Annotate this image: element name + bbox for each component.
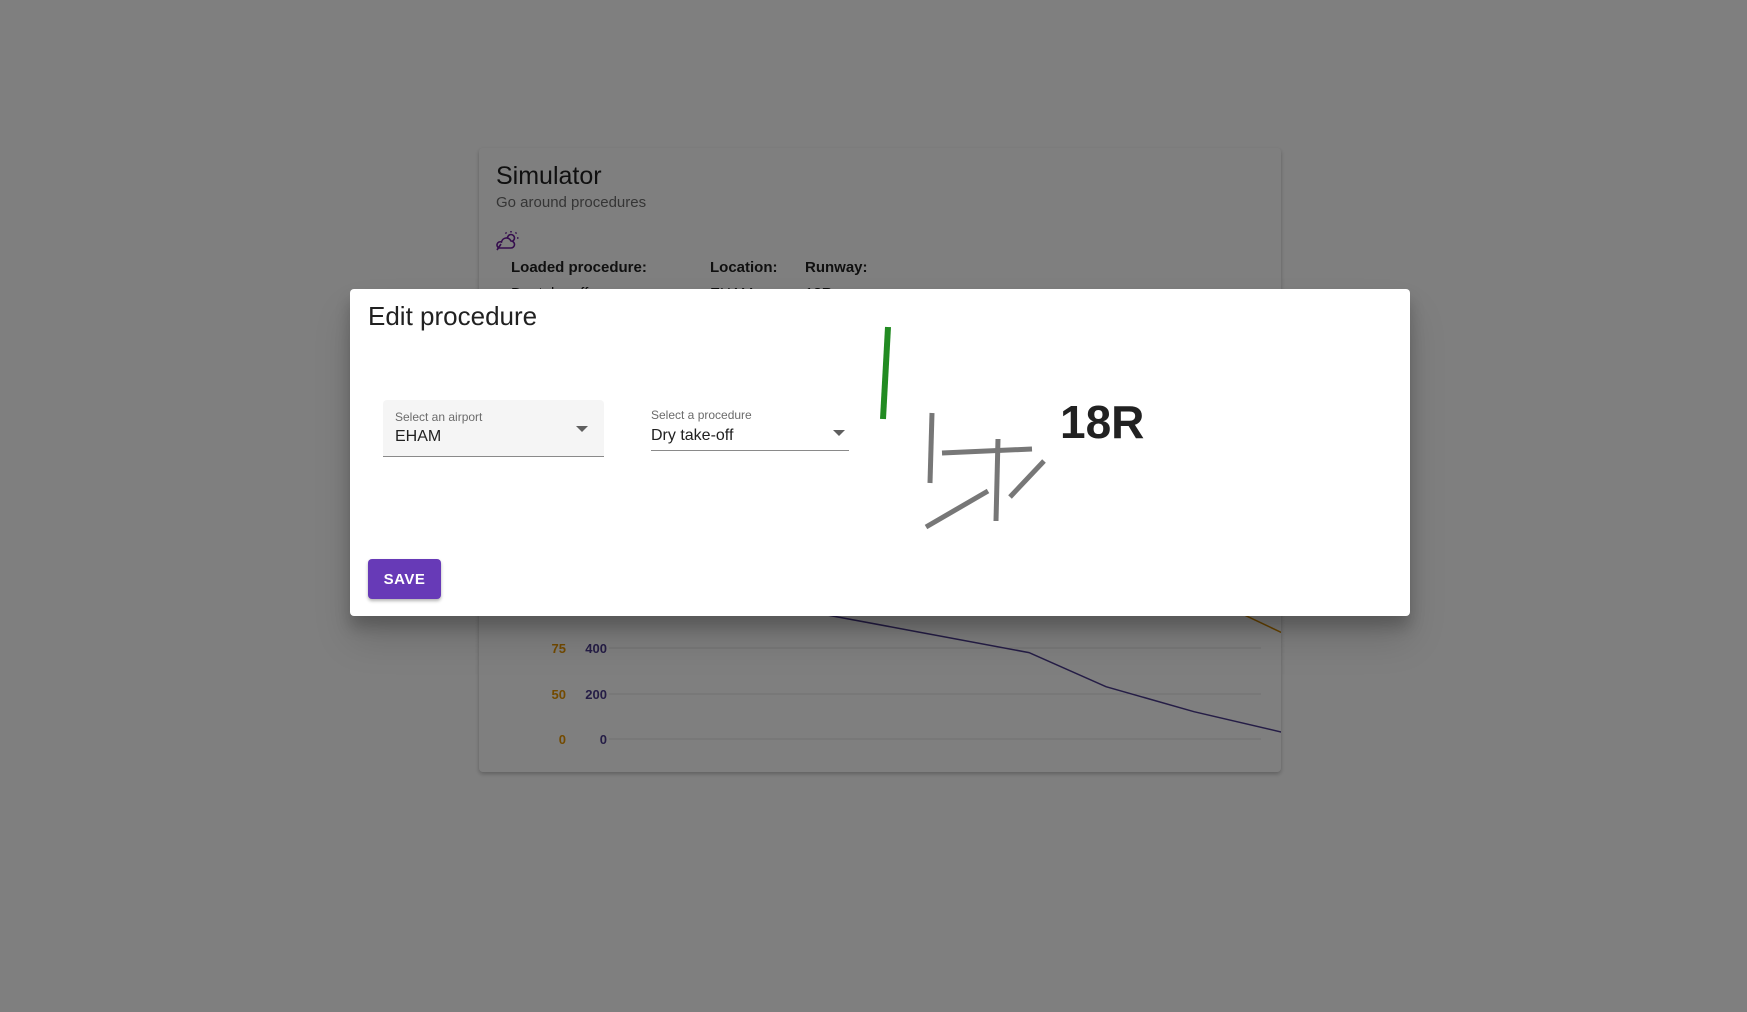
dialog-title: Edit procedure xyxy=(368,301,538,331)
runway-line xyxy=(941,446,1033,456)
procedure-select[interactable]: Select a procedure Dry take-off xyxy=(651,400,849,451)
runway-line xyxy=(993,438,1001,522)
runway-code: 18R xyxy=(1060,396,1144,448)
runway-diagram: 18R xyxy=(880,326,1144,530)
runway-line xyxy=(1008,459,1046,499)
runway-line xyxy=(924,488,990,530)
other-runways xyxy=(924,412,1046,530)
edit-procedure-dialog: Edit procedure Select an airport EHAM Se… xyxy=(350,289,1410,616)
runway-line xyxy=(927,412,935,484)
chevron-down-icon xyxy=(576,426,588,432)
airport-select-value: EHAM xyxy=(395,428,442,445)
procedure-select-value: Dry take-off xyxy=(651,427,734,444)
airport-select-label: Select an airport xyxy=(395,410,483,424)
chevron-down-icon xyxy=(833,430,845,436)
save-button[interactable]: SAVE xyxy=(368,559,441,599)
airport-select[interactable]: Select an airport EHAM xyxy=(383,400,604,457)
procedure-select-label: Select a procedure xyxy=(651,408,752,422)
runway-18r xyxy=(880,326,891,420)
